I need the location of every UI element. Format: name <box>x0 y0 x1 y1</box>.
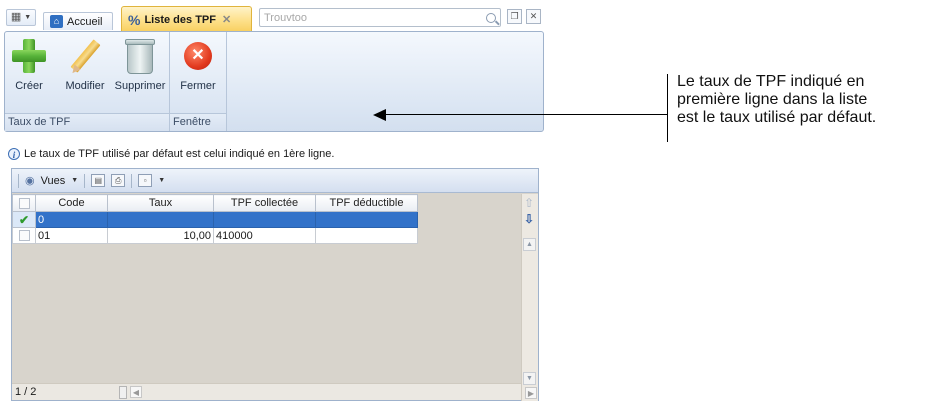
pencil-icon <box>65 36 105 76</box>
cell-taux[interactable]: 10,00 <box>107 227 214 244</box>
status-bar: 1 / 2 ◀ ▶ <box>12 383 537 400</box>
move-down-icon[interactable]: ⇩ <box>524 212 534 226</box>
toolbar-separator <box>18 173 19 188</box>
splitter-grip[interactable] <box>119 385 127 399</box>
tab-label: Accueil <box>67 15 103 28</box>
delete-button[interactable]: Supprimer <box>113 36 167 92</box>
cell-tpf-deductible[interactable] <box>315 227 418 244</box>
column-header-code[interactable]: Code <box>35 194 108 212</box>
chevron-down-icon[interactable]: ▼ <box>71 177 78 184</box>
info-text: Le taux de TPF utilisé par défaut est ce… <box>24 148 335 160</box>
restore-window-button[interactable]: ❐ <box>507 9 522 24</box>
callout-line: Le taux de TPF indiqué en <box>677 73 865 90</box>
row-checkbox[interactable] <box>18 230 30 241</box>
info-icon: i <box>8 148 20 160</box>
callout-arrow-line <box>385 114 668 115</box>
scroll-right-button[interactable]: ▶ <box>525 387 537 399</box>
move-up-icon[interactable]: ⇧ <box>524 196 534 210</box>
modify-button[interactable]: Modifier <box>61 36 109 92</box>
home-icon: ⌂ <box>50 15 63 28</box>
vertical-scrollbar[interactable]: ⇧ ⇩ ▲ ▼ <box>521 194 538 401</box>
close-tab-icon[interactable]: ✕ <box>222 13 231 26</box>
export-icon[interactable]: ▫ <box>138 174 153 187</box>
tab-accueil[interactable]: ⌂ Accueil <box>43 12 113 30</box>
table-row[interactable]: ✔ 0 <box>12 211 418 228</box>
modify-label: Modifier <box>65 80 105 92</box>
ribbon-group-fenetre: Fermer Fenêtre <box>170 32 227 131</box>
checkmark-icon: ✔ <box>18 212 30 227</box>
row-check-cell[interactable] <box>12 227 36 244</box>
preview-icon[interactable]: ▤ <box>91 174 106 187</box>
ribbon-group-label: Fenêtre <box>170 113 226 131</box>
tpf-list-panel: ◉ Vues ▼ ▤ ⎙ ▫ ▼ Code Taux TPF collectée… <box>11 168 539 401</box>
ribbon: Créer Modifier Supprimer Taux de TPF Fer… <box>4 31 544 132</box>
create-label: Créer <box>15 80 43 92</box>
ribbon-group-label: Taux de TPF <box>5 113 169 131</box>
cell-code[interactable]: 01 <box>35 227 108 244</box>
select-all-checkbox[interactable] <box>18 197 30 209</box>
search-placeholder: Trouvtoo <box>264 11 308 24</box>
info-message: i Le taux de TPF utilisé par défaut est … <box>8 146 528 162</box>
cell-tpf-collectee[interactable]: 410000 <box>213 227 316 244</box>
toolbar-separator <box>84 173 86 188</box>
tab-bar: ▦ ▼ ⌂ Accueil % Liste des TPF ✕ Trouvtoo… <box>0 0 545 32</box>
print-icon[interactable]: ⎙ <box>111 174 126 187</box>
callout-line: est le taux utilisé par défaut. <box>677 109 877 126</box>
column-header-tpf-collectee[interactable]: TPF collectée <box>213 194 316 212</box>
close-circle-icon <box>178 36 218 76</box>
views-button[interactable]: Vues <box>41 175 66 187</box>
scroll-down-button[interactable]: ▼ <box>523 372 536 385</box>
scroll-left-button[interactable]: ◀ <box>130 386 142 398</box>
column-header-taux[interactable]: Taux <box>107 194 214 212</box>
tab-liste-des-tpf[interactable]: % Liste des TPF ✕ <box>121 6 252 32</box>
callout-bar <box>667 74 668 142</box>
grid-icon: ▦ <box>10 11 22 23</box>
close-label: Fermer <box>180 80 216 92</box>
table-header-row: Code Taux TPF collectée TPF déductible <box>12 194 418 212</box>
apps-menu-button[interactable]: ▦ ▼ <box>6 9 36 26</box>
chevron-down-icon[interactable]: ▼ <box>158 177 165 184</box>
delete-label: Supprimer <box>114 80 166 92</box>
callout-arrow-head <box>373 109 386 121</box>
column-header-tpf-deductible[interactable]: TPF déductible <box>315 194 418 212</box>
row-check-cell[interactable]: ✔ <box>12 211 36 228</box>
callout-note: Le taux de TPF indiqué en première ligne… <box>677 73 930 127</box>
grid-toolbar: ◉ Vues ▼ ▤ ⎙ ▫ ▼ <box>12 169 538 193</box>
page-indicator: 1 / 2 <box>15 386 37 398</box>
cell-code[interactable]: 0 <box>35 211 108 228</box>
close-button[interactable]: Fermer <box>176 36 220 92</box>
eye-icon: ◉ <box>25 175 35 187</box>
cell-taux[interactable] <box>107 211 214 228</box>
callout-line: première ligne dans la liste <box>677 91 868 108</box>
tpf-table: Code Taux TPF collectée TPF déductible ✔… <box>12 194 418 244</box>
add-icon <box>9 36 49 76</box>
ribbon-group-taux: Créer Modifier Supprimer Taux de TPF <box>5 32 170 131</box>
select-all-cell[interactable] <box>12 194 36 212</box>
cell-tpf-collectee[interactable] <box>213 211 316 228</box>
table-row[interactable]: 01 10,00 410000 <box>12 227 418 244</box>
percent-icon: % <box>128 11 141 28</box>
search-icon[interactable] <box>486 12 496 23</box>
create-button[interactable]: Créer <box>9 36 49 92</box>
toolbar-separator <box>131 173 133 188</box>
trash-icon <box>120 36 160 76</box>
close-window-button[interactable]: ✕ <box>526 9 541 24</box>
tab-label: Liste des TPF <box>144 13 216 26</box>
scroll-up-button[interactable]: ▲ <box>523 238 536 251</box>
chevron-down-icon: ▼ <box>24 14 32 21</box>
search-input[interactable]: Trouvtoo <box>259 8 501 27</box>
cell-tpf-deductible[interactable] <box>315 211 418 228</box>
